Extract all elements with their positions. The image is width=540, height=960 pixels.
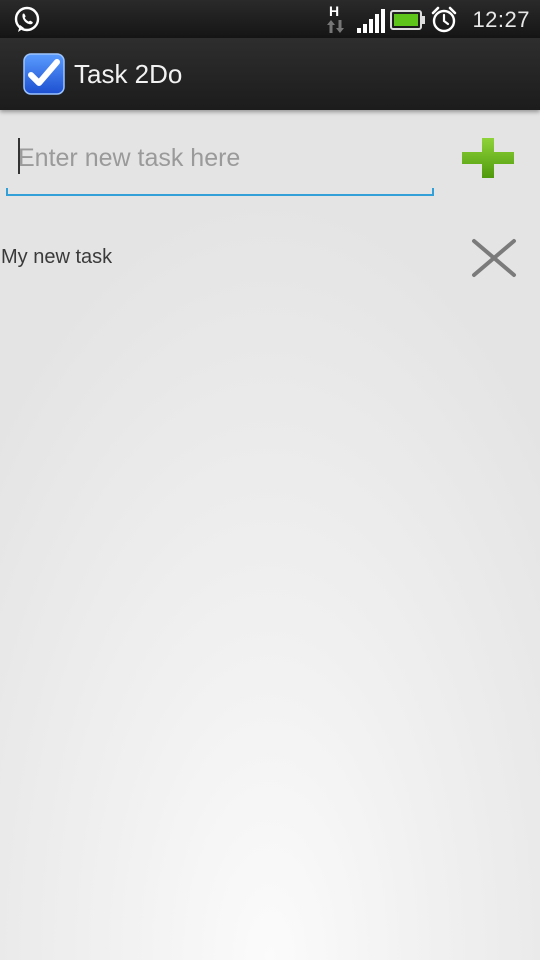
text-cursor (18, 138, 20, 174)
status-time: 12:27 (472, 7, 530, 32)
whatsapp-icon (14, 6, 40, 32)
status-bar: H 12:27 (0, 0, 540, 38)
alarm-icon (431, 6, 457, 33)
new-task-input[interactable] (6, 130, 434, 186)
checkbox-app-icon (23, 53, 65, 95)
signal-icon (357, 9, 385, 33)
add-task-button[interactable] (458, 134, 518, 182)
input-underline (6, 188, 434, 196)
network-type-label: H (329, 3, 339, 19)
app-title: Task 2Do (74, 59, 183, 89)
action-bar: Task 2Do (0, 38, 540, 110)
network-h-icon: H (327, 3, 344, 33)
task-label: My new task (1, 246, 113, 268)
battery-icon (390, 10, 425, 30)
task-list: My new task (0, 226, 540, 290)
list-item: My new task (0, 226, 540, 290)
close-icon (472, 239, 516, 277)
delete-task-button[interactable] (470, 238, 518, 278)
new-task-field[interactable] (6, 130, 436, 198)
plus-icon (462, 138, 514, 178)
